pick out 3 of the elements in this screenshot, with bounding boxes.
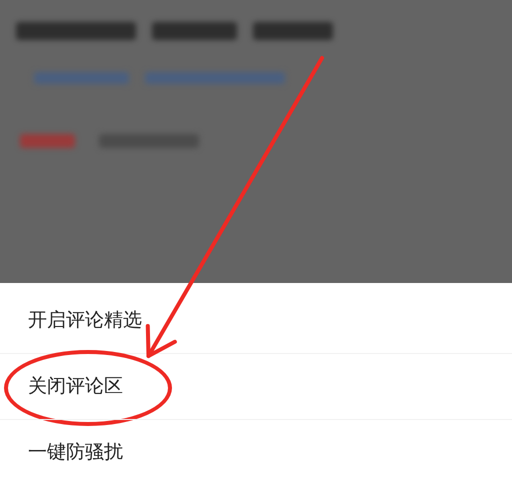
menu-item[interactable]: 关闭评论区	[28, 372, 123, 401]
menu-item[interactable]: 一键防骚扰	[28, 438, 123, 467]
menu-item[interactable]: 开启评论精选	[28, 306, 142, 334]
